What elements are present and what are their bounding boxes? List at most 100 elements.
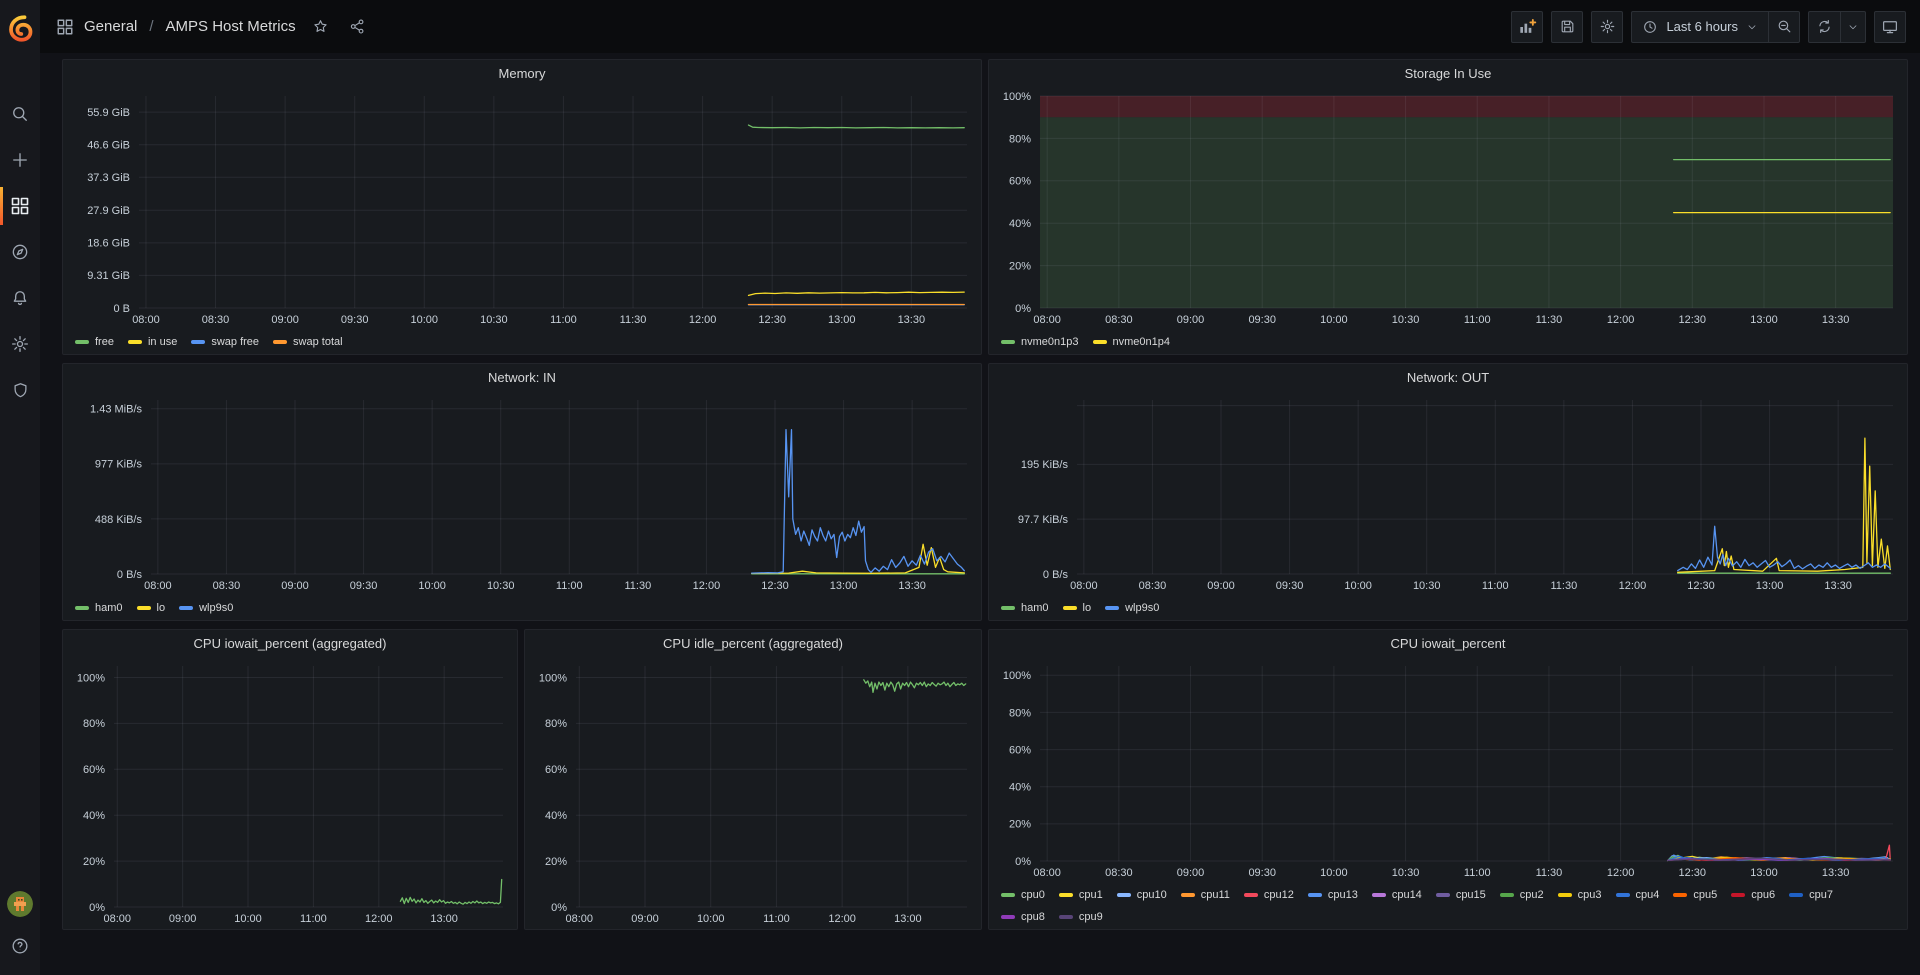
legend-item-cpu10[interactable]: cpu10 xyxy=(1117,884,1167,906)
zoom-out-button[interactable] xyxy=(1768,11,1800,43)
search-icon xyxy=(10,104,30,124)
svg-text:27.9 GiB: 27.9 GiB xyxy=(87,205,130,217)
legend-item-cpu14[interactable]: cpu14 xyxy=(1372,884,1422,906)
legend-item-lo[interactable]: lo xyxy=(137,597,166,619)
svg-text:13:00: 13:00 xyxy=(894,913,922,925)
legend-item-cpu11[interactable]: cpu11 xyxy=(1181,884,1230,906)
chart-cpu_iowait_agg[interactable]: 100%80%60%40%20%0%08:0009:0010:0011:0012… xyxy=(63,658,517,925)
svg-text:40%: 40% xyxy=(1009,782,1031,794)
chart-storage[interactable]: 100%80%60%40%20%0%08:0008:3009:0009:3010… xyxy=(989,88,1907,326)
sidebar-item-configuration[interactable] xyxy=(0,321,40,367)
time-range-picker[interactable]: Last 6 hours xyxy=(1631,11,1768,43)
legend-item-cpu7[interactable]: cpu7 xyxy=(1789,884,1833,906)
legend-item-cpu6[interactable]: cpu6 xyxy=(1731,884,1775,906)
svg-text:09:30: 09:30 xyxy=(1276,580,1304,592)
svg-text:12:30: 12:30 xyxy=(1679,314,1707,326)
sidebar-item-create[interactable] xyxy=(0,137,40,183)
breadcrumb-dashboard-title[interactable]: AMPS Host Metrics xyxy=(166,18,296,35)
chart-net_out[interactable]: 195 KiB/s97.7 KiB/s0 B/s08:0008:3009:000… xyxy=(989,392,1907,592)
svg-text:08:30: 08:30 xyxy=(202,314,230,326)
legend-swatch xyxy=(1500,893,1514,897)
legend-item-ham0[interactable]: ham0 xyxy=(75,597,123,619)
legend-item-ham0[interactable]: ham0 xyxy=(1001,597,1049,619)
sidebar-item-search[interactable] xyxy=(0,91,40,137)
legend-swatch xyxy=(1308,893,1322,897)
legend-item-cpu1[interactable]: cpu1 xyxy=(1059,884,1103,906)
svg-text:12:00: 12:00 xyxy=(693,580,721,592)
sidebar-item-dashboards[interactable] xyxy=(0,183,40,229)
legend-label: cpu7 xyxy=(1809,884,1833,906)
panel-cpu_iowait_agg: CPU iowait_percent (aggregated)100%80%60… xyxy=(62,629,518,930)
svg-text:13:00: 13:00 xyxy=(1750,314,1778,326)
legend-label: ham0 xyxy=(95,597,123,619)
legend-item-cpu8[interactable]: cpu8 xyxy=(1001,906,1045,928)
legend-swatch xyxy=(179,606,193,610)
panel-title-cpu_iowait_agg[interactable]: CPU iowait_percent (aggregated) xyxy=(63,630,517,658)
sidebar-item-help[interactable] xyxy=(0,931,40,961)
legend-item-cpu15[interactable]: cpu15 xyxy=(1436,884,1486,906)
sidebar-item-explore[interactable] xyxy=(0,229,40,275)
dashboard-settings-button[interactable] xyxy=(1591,11,1623,43)
clock-icon xyxy=(1642,19,1658,35)
breadcrumb-folder[interactable]: General xyxy=(84,18,137,35)
svg-text:60%: 60% xyxy=(545,764,567,776)
chart-net_in[interactable]: 1.43 MiB/s977 KiB/s488 KiB/s0 B/s08:0008… xyxy=(63,392,981,592)
panel-title-storage[interactable]: Storage In Use xyxy=(989,60,1907,88)
panel-title-net_in[interactable]: Network: IN xyxy=(63,364,981,392)
legend-item-cpu0[interactable]: cpu0 xyxy=(1001,884,1045,906)
svg-text:09:00: 09:00 xyxy=(169,913,197,925)
legend-item-free[interactable]: free xyxy=(75,331,114,353)
add-panel-button[interactable] xyxy=(1511,11,1543,43)
legend-item-lo[interactable]: lo xyxy=(1063,597,1092,619)
star-icon[interactable] xyxy=(312,18,329,35)
svg-text:08:00: 08:00 xyxy=(1070,580,1098,592)
legend-item-nvme0n1p3[interactable]: nvme0n1p3 xyxy=(1001,331,1079,353)
svg-text:11:00: 11:00 xyxy=(1464,314,1491,326)
legend-item-in-use[interactable]: in use xyxy=(128,331,177,353)
refresh-button[interactable] xyxy=(1808,11,1840,43)
chart-cpu_iowait_all[interactable]: 100%80%60%40%20%0%08:0008:3009:0009:3010… xyxy=(989,658,1907,879)
legend-item-cpu5[interactable]: cpu5 xyxy=(1673,884,1717,906)
legend-item-cpu3[interactable]: cpu3 xyxy=(1558,884,1602,906)
sidebar-item-alerting[interactable] xyxy=(0,275,40,321)
user-avatar[interactable] xyxy=(7,891,33,917)
svg-text:11:00: 11:00 xyxy=(1464,867,1491,879)
svg-text:80%: 80% xyxy=(83,718,105,730)
panel-title-net_out[interactable]: Network: OUT xyxy=(989,364,1907,392)
panel-title-cpu_iowait_all[interactable]: CPU iowait_percent xyxy=(989,630,1907,658)
legend-swatch xyxy=(1616,893,1630,897)
sidebar-item-server-admin[interactable] xyxy=(0,367,40,413)
chart-cpu_idle_agg[interactable]: 100%80%60%40%20%0%08:0009:0010:0011:0012… xyxy=(525,658,981,925)
tv-mode-button[interactable] xyxy=(1874,11,1906,43)
legend-item-swap-free[interactable]: swap free xyxy=(191,331,259,353)
legend-swatch xyxy=(1673,893,1687,897)
save-dashboard-button[interactable] xyxy=(1551,11,1583,43)
legend-label: wlp9s0 xyxy=(199,597,233,619)
panel-title-cpu_idle_agg[interactable]: CPU idle_percent (aggregated) xyxy=(525,630,981,658)
legend-item-cpu4[interactable]: cpu4 xyxy=(1616,884,1660,906)
legend-item-cpu13[interactable]: cpu13 xyxy=(1308,884,1358,906)
legend-item-cpu2[interactable]: cpu2 xyxy=(1500,884,1544,906)
svg-text:08:00: 08:00 xyxy=(1033,867,1061,879)
chart-memory[interactable]: 55.9 GiB46.6 GiB37.3 GiB27.9 GiB18.6 GiB… xyxy=(63,88,981,326)
legend-swatch xyxy=(1059,915,1073,919)
svg-text:488 KiB/s: 488 KiB/s xyxy=(95,514,143,526)
legend-item-wlp9s0[interactable]: wlp9s0 xyxy=(179,597,233,619)
svg-text:37.3 GiB: 37.3 GiB xyxy=(87,172,130,184)
legend-swatch xyxy=(1372,893,1386,897)
chevron-down-icon xyxy=(1746,21,1758,33)
legend-item-swap-total[interactable]: swap total xyxy=(273,331,343,353)
refresh-interval-dropdown[interactable] xyxy=(1840,11,1866,43)
shield-icon xyxy=(11,381,30,400)
svg-text:100%: 100% xyxy=(539,672,567,684)
legend-item-wlp9s0[interactable]: wlp9s0 xyxy=(1105,597,1159,619)
legend-item-cpu12[interactable]: cpu12 xyxy=(1244,884,1294,906)
plus-icon xyxy=(10,150,30,170)
share-icon[interactable] xyxy=(349,18,366,35)
panel-title-memory[interactable]: Memory xyxy=(63,60,981,88)
legend-item-cpu9[interactable]: cpu9 xyxy=(1059,906,1103,928)
grafana-logo[interactable] xyxy=(0,0,40,53)
svg-text:11:00: 11:00 xyxy=(1482,580,1509,592)
legend-label: cpu3 xyxy=(1578,884,1602,906)
legend-item-nvme0n1p4[interactable]: nvme0n1p4 xyxy=(1093,331,1171,353)
